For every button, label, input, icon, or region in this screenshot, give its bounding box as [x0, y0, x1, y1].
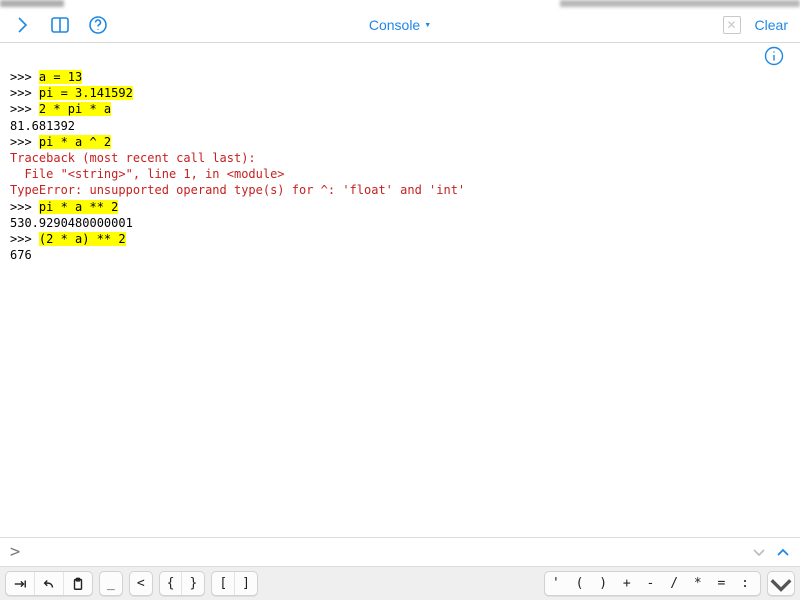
- forward-icon[interactable]: [12, 15, 32, 35]
- info-icon[interactable]: [764, 46, 784, 66]
- history-down-icon[interactable]: [752, 545, 766, 559]
- panels-icon[interactable]: [50, 15, 70, 35]
- paste-key[interactable]: [63, 572, 92, 595]
- dismiss-keyboard-key[interactable]: [767, 571, 795, 596]
- status-bar: [0, 0, 800, 7]
- undo-key[interactable]: [34, 572, 63, 595]
- console-line: >>> pi * a ^ 2: [10, 134, 790, 150]
- key-group-left: [5, 571, 93, 596]
- console-line: 676: [10, 247, 790, 263]
- key-group-operators[interactable]: ' ( ) + - / * = :: [544, 571, 761, 596]
- clear-button[interactable]: Clear: [755, 17, 788, 33]
- console-output: >>> a = 13>>> pi = 3.141592>>> 2 * pi * …: [0, 69, 800, 509]
- history-up-icon[interactable]: [776, 545, 790, 559]
- keyboard-accessory: _ < { } [ ] ' ( ) + - / * = :: [0, 567, 800, 600]
- title-dropdown[interactable]: Console ▼: [369, 17, 431, 33]
- toolbar: Console ▼ ✕ Clear: [0, 7, 800, 43]
- brace-open-key[interactable]: {: [160, 572, 182, 595]
- key-group-underscore: _: [99, 571, 123, 596]
- console-line: File "<string>", line 1, in <module>: [10, 166, 790, 182]
- key-group-brackets: [ ]: [211, 571, 258, 596]
- console-line: >>> (2 * a) ** 2: [10, 231, 790, 247]
- console-line: >>> pi = 3.141592: [10, 85, 790, 101]
- help-icon[interactable]: [88, 15, 108, 35]
- less-than-key[interactable]: <: [130, 572, 152, 595]
- console-line: >>> pi * a ** 2: [10, 199, 790, 215]
- underscore-key[interactable]: _: [100, 572, 122, 595]
- title-label: Console: [369, 17, 420, 33]
- tab-key[interactable]: [6, 572, 34, 595]
- operators-label: ' ( ) + - / * = :: [545, 572, 760, 595]
- bracket-open-key[interactable]: [: [212, 572, 234, 595]
- console-input-row[interactable]: >: [0, 537, 800, 567]
- chevron-down-icon: ▼: [424, 22, 431, 29]
- key-group-angle: <: [129, 571, 153, 596]
- console-line: 81.681392: [10, 118, 790, 134]
- info-bar: [0, 43, 800, 69]
- console-line: TypeError: unsupported operand type(s) f…: [10, 182, 790, 198]
- console-line: 530.9290480000001: [10, 215, 790, 231]
- input-prompt: >: [10, 542, 20, 562]
- bracket-close-key[interactable]: ]: [234, 572, 257, 595]
- console-line: >>> a = 13: [10, 69, 790, 85]
- key-group-braces: { }: [159, 571, 206, 596]
- brace-close-key[interactable]: }: [181, 572, 204, 595]
- console-line: Traceback (most recent call last):: [10, 150, 790, 166]
- console-line: >>> 2 * pi * a: [10, 101, 790, 117]
- close-icon[interactable]: ✕: [723, 16, 741, 34]
